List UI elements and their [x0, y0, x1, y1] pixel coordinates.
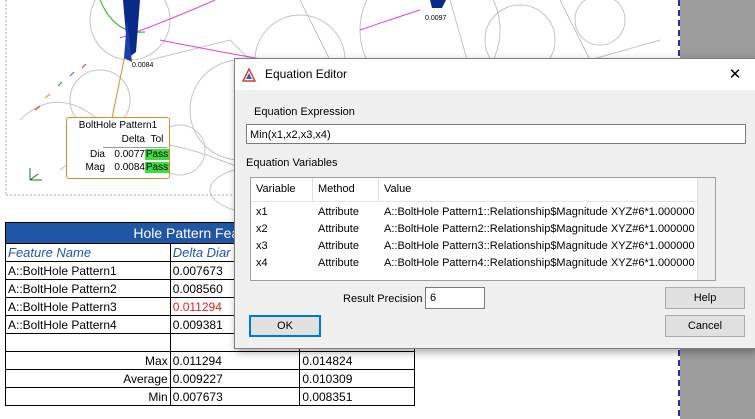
- row-name: A::BoltHole Pattern2: [5, 279, 171, 298]
- column-header-variable[interactable]: Variable: [251, 178, 313, 201]
- callout-title: BoltHole Pattern1: [78, 120, 158, 131]
- summary-label: Min: [5, 387, 171, 406]
- variables-label: Equation Variables: [246, 157, 338, 169]
- callout-header-delta: Delta: [121, 134, 145, 145]
- variable-method: Attribute: [318, 206, 359, 218]
- row-name: A::BoltHole Pattern1: [5, 261, 171, 280]
- vector-arrow-right: [430, 0, 446, 8]
- callout-row-tol: Pass: [145, 149, 169, 160]
- variable-value: A::BoltHole Pattern1::Relationship$Magni…: [384, 206, 695, 218]
- variable-method: Attribute: [318, 240, 359, 252]
- summary-delta: 0.009227: [169, 369, 301, 388]
- summary-delta: 0.007673: [169, 387, 301, 406]
- header-feature-name: Feature Name: [5, 243, 171, 262]
- vector-label-left: 0.0084: [132, 62, 154, 69]
- row-name: A::BoltHole Pattern4: [5, 315, 171, 334]
- expression-label: Equation Expression: [254, 106, 355, 118]
- variable-value: A::BoltHole Pattern4::Relationship$Magni…: [384, 257, 695, 269]
- cancel-button[interactable]: Cancel: [665, 315, 745, 337]
- variable-method: Attribute: [318, 257, 359, 269]
- list-item[interactable]: x2 Attribute A::BoltHole Pattern2::Relat…: [251, 221, 713, 238]
- equation-editor-dialog: Equation Editor ✕ Equation Expression Mi…: [234, 58, 755, 349]
- callout-header-tol: Tol: [150, 134, 164, 145]
- variables-header: Variable Method Value: [251, 178, 713, 202]
- summary-label: Max: [5, 351, 171, 370]
- column-header-method[interactable]: Method: [313, 178, 379, 201]
- precision-input[interactable]: 6: [425, 287, 485, 309]
- callout-row-delta: 0.0077: [114, 149, 145, 160]
- expression-input[interactable]: Min(x1,x2,x3,x4): [246, 124, 746, 144]
- list-item[interactable]: x1 Attribute A::BoltHole Pattern1::Relat…: [251, 204, 713, 221]
- callout-header-row: Delta Tol: [71, 134, 166, 146]
- list-item[interactable]: x4 Attribute A::BoltHole Pattern4::Relat…: [251, 255, 713, 272]
- variables-list[interactable]: Variable Method Value x1 Attribute A::Bo…: [250, 177, 716, 281]
- variable-value: A::BoltHole Pattern2::Relationship$Magni…: [384, 223, 695, 235]
- summary-row-average: Average 0.009227 0.010309: [5, 369, 415, 388]
- dialog-titlebar[interactable]: Equation Editor ✕: [235, 59, 755, 90]
- ok-button[interactable]: OK: [249, 315, 321, 337]
- vector-label-right: 0.0097: [425, 15, 447, 22]
- summary-row-min: Min 0.007673 0.008351: [5, 387, 415, 406]
- list-item[interactable]: x3 Attribute A::BoltHole Pattern3::Relat…: [251, 238, 713, 255]
- callout-row-tol: Pass: [145, 162, 169, 173]
- precision-label: Result Precision: [343, 293, 423, 305]
- variable-value: A::BoltHole Pattern3::Relationship$Magni…: [384, 240, 695, 252]
- callout-row-delta: 0.0084: [114, 162, 145, 173]
- summary-row-max: Max 0.011294 0.014824: [5, 351, 415, 370]
- variable-name: x4: [256, 257, 268, 269]
- callout-row-name: Mag: [85, 162, 105, 173]
- row-name: A::BoltHole Pattern3: [5, 297, 171, 316]
- help-button[interactable]: Help: [665, 287, 745, 309]
- bolthole-callout[interactable]: BoltHole Pattern1 Delta Tol Dia 0.0077 P…: [66, 117, 170, 179]
- summary-mag: 0.010309: [299, 369, 415, 388]
- column-header-value[interactable]: Value: [379, 178, 713, 201]
- callout-row-name: Dia: [89, 149, 105, 160]
- variable-name: x2: [256, 223, 268, 235]
- app-icon: [241, 67, 257, 83]
- summary-delta: 0.011294: [169, 351, 301, 370]
- summary-mag: 0.014824: [299, 351, 415, 370]
- summary-label: Average: [5, 369, 171, 388]
- close-icon[interactable]: ✕: [715, 59, 755, 90]
- variable-method: Attribute: [318, 223, 359, 235]
- callout-row-mag: Mag 0.0084 Pass: [71, 162, 169, 174]
- variable-name: x3: [256, 240, 268, 252]
- variable-name: x1: [256, 206, 268, 218]
- callout-row-dia: Dia 0.0077 Pass: [71, 149, 169, 161]
- dialog-title: Equation Editor: [265, 67, 348, 81]
- summary-mag: 0.008351: [299, 387, 415, 406]
- variables-scrollbar[interactable]: [697, 178, 715, 280]
- vector-arrow-left: [123, 0, 140, 62]
